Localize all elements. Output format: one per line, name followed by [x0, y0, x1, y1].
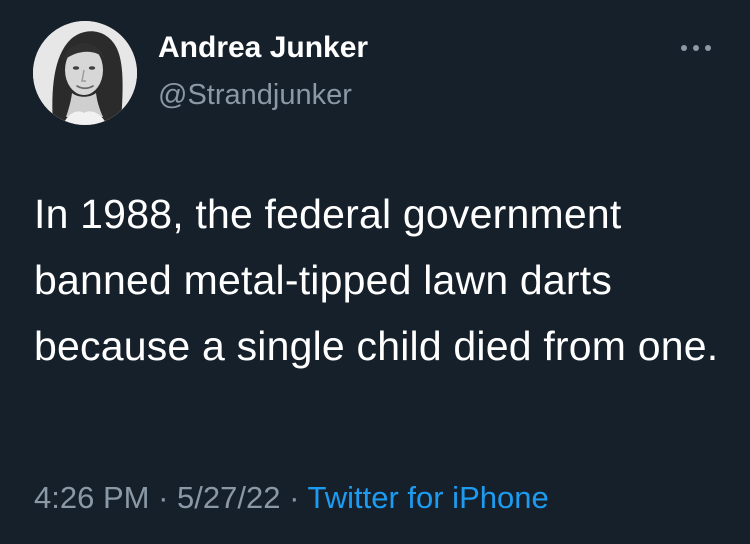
tweet-time[interactable]: 4:26 PM: [34, 480, 149, 515]
tweet-text: In 1988, the federal government banned m…: [34, 191, 719, 369]
author-handle[interactable]: @Strandjunker: [158, 76, 352, 114]
more-options-icon: [681, 45, 711, 51]
author-name[interactable]: Andrea Junker: [158, 28, 368, 68]
avatar[interactable]: [33, 21, 137, 125]
tweet-date[interactable]: 5/27/22: [177, 480, 280, 515]
tweet-container: Andrea Junker @Strandjunker In 1988, the…: [0, 0, 750, 544]
avatar-photo: [33, 21, 137, 125]
more-options-button[interactable]: [676, 36, 716, 60]
meta-separator-2: ·: [289, 480, 300, 515]
tweet-source-link[interactable]: Twitter for iPhone: [307, 480, 548, 515]
meta-separator-1: ·: [158, 480, 169, 515]
tweet-meta: 4:26 PM · 5/27/22 · Twitter for iPhone: [34, 478, 549, 518]
